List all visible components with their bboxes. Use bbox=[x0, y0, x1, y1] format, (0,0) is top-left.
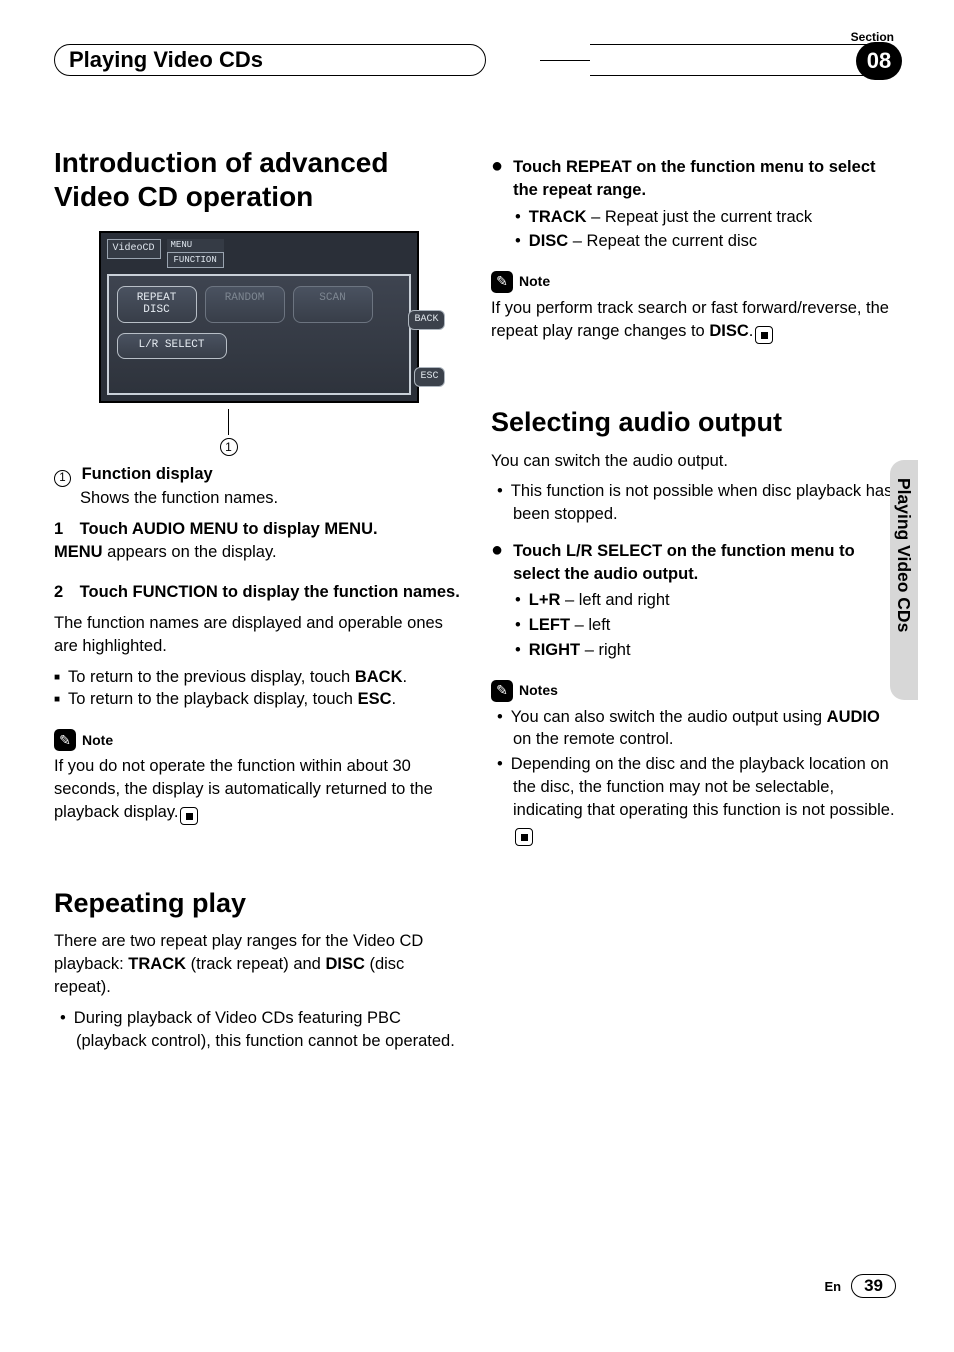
header-row: Playing Video CDs 08 bbox=[54, 44, 900, 76]
callout-line bbox=[228, 409, 229, 435]
audio-intro: You can switch the audio output. bbox=[491, 450, 900, 473]
note-label-right: Note bbox=[519, 272, 550, 291]
stop-icon bbox=[755, 326, 773, 344]
stop-icon bbox=[180, 807, 198, 825]
callout-desc: Shows the function names. bbox=[54, 487, 463, 510]
n-li2: Depending on the disc and the playback l… bbox=[511, 755, 895, 819]
callout-number: 1 bbox=[220, 438, 238, 456]
r-li2-a: DISC bbox=[529, 232, 568, 250]
audio-output-list: L+R – left and right LEFT – left RIGHT –… bbox=[491, 589, 900, 661]
note-body-left: If you do not operate the function withi… bbox=[54, 757, 433, 821]
a-li1-a: L+R bbox=[529, 591, 561, 609]
n-li1-b: AUDIO bbox=[827, 708, 880, 726]
scr-videocd-chip: VideoCD bbox=[107, 239, 161, 259]
n-li1-c: on the remote control. bbox=[513, 730, 674, 748]
r-li2-b: – Repeat the current disc bbox=[568, 232, 757, 250]
r-li1-b: – Repeat just the current track bbox=[587, 208, 813, 226]
embedded-screenshot: VideoCD MENU FUNCTION REPEAT DISC RANDOM… bbox=[99, 231, 419, 448]
step2-lead: 2 Touch FUNCTION to display the function… bbox=[54, 583, 460, 601]
page-body: Introduction of advanced Video CD operat… bbox=[54, 146, 900, 1056]
right-column: ● Touch REPEAT on the function menu to s… bbox=[491, 146, 900, 1056]
a-li3-a: RIGHT bbox=[529, 641, 580, 659]
a-li2-b: – left bbox=[570, 616, 610, 634]
notes-icon: ✎ bbox=[491, 680, 513, 702]
side-tab-text: Playing Video CDs bbox=[893, 478, 914, 632]
scr-btn-esc[interactable]: ESC bbox=[414, 367, 444, 387]
a-li2-a: LEFT bbox=[529, 616, 570, 634]
a-li3-b: – right bbox=[580, 641, 630, 659]
note-r-a: If you perform track search or fast forw… bbox=[491, 299, 889, 340]
scr-btn-repeat[interactable]: REPEAT DISC bbox=[117, 286, 197, 323]
repeat-p-b: TRACK bbox=[128, 955, 186, 973]
s2-li2-c: . bbox=[392, 690, 397, 708]
scr-btn-repeat-l2: DISC bbox=[118, 305, 196, 317]
s2-li2-b: ESC bbox=[358, 690, 392, 708]
heading-repeating: Repeating play bbox=[54, 885, 463, 922]
step1-body-rest: appears on the display. bbox=[103, 543, 277, 561]
footer: En 39 bbox=[824, 1274, 896, 1298]
note-r-c: . bbox=[749, 322, 754, 340]
header-title: Playing Video CDs bbox=[69, 47, 263, 73]
scr-menu-label: MENU bbox=[167, 239, 224, 251]
lead-repeat: Touch REPEAT on the function menu to sel… bbox=[513, 156, 900, 202]
s2-li2-a: To return to the playback display, touch bbox=[68, 690, 358, 708]
header-left-capsule: Playing Video CDs bbox=[54, 44, 486, 76]
notes-list: You can also switch the audio output usi… bbox=[491, 706, 900, 846]
footer-page: 39 bbox=[851, 1274, 896, 1298]
heading-audio: Selecting audio output bbox=[491, 404, 900, 441]
scr-function-label: FUNCTION bbox=[167, 252, 224, 268]
repeat-range-list: TRACK – Repeat just the current track DI… bbox=[491, 206, 900, 254]
scr-btn-lr-select[interactable]: L/R SELECT bbox=[117, 333, 227, 359]
audio-intro-list: This function is not possible when disc … bbox=[491, 480, 900, 526]
left-column: Introduction of advanced Video CD operat… bbox=[54, 146, 463, 1056]
n-li1-a: You can also switch the audio output usi… bbox=[511, 708, 827, 726]
lead-lr: Touch L/R SELECT on the function menu to… bbox=[513, 540, 900, 586]
audio-li1: This function is not possible when disc … bbox=[513, 480, 900, 526]
repeat-p-c: (track repeat) and bbox=[186, 955, 325, 973]
step2-body: The function names are displayed and ope… bbox=[54, 612, 463, 658]
callout-title: Function display bbox=[82, 465, 213, 483]
s2-li1-b: BACK bbox=[355, 668, 403, 686]
bullet-icon: ● bbox=[491, 540, 503, 586]
repeat-list: During playback of Video CDs featuring P… bbox=[54, 1007, 463, 1053]
r-li1-a: TRACK bbox=[529, 208, 587, 226]
note-r-b: DISC bbox=[709, 322, 748, 340]
scr-btn-repeat-l1: REPEAT bbox=[118, 293, 196, 305]
header-right-arc: 08 bbox=[590, 44, 900, 76]
s2-li1-c: . bbox=[403, 668, 408, 686]
a-li1-b: – left and right bbox=[560, 591, 669, 609]
footer-lang: En bbox=[824, 1279, 841, 1294]
s2-li1-a: To return to the previous display, touch bbox=[68, 668, 355, 686]
bullet-icon: ● bbox=[491, 156, 503, 202]
scr-outer: VideoCD MENU FUNCTION REPEAT DISC RANDOM… bbox=[99, 231, 419, 402]
notes-label: Notes bbox=[519, 681, 558, 700]
section-number-badge: 08 bbox=[856, 42, 902, 80]
callout-wrapper: 1 bbox=[99, 403, 359, 449]
repeat-li: During playback of Video CDs featuring P… bbox=[76, 1007, 463, 1053]
scr-btn-back[interactable]: BACK bbox=[408, 310, 444, 330]
note-label: Note bbox=[82, 731, 113, 750]
step1-lead: 1 Touch AUDIO MENU to display MENU. bbox=[54, 520, 378, 538]
note-icon: ✎ bbox=[491, 271, 513, 293]
step1-menu-bold: MENU bbox=[54, 543, 103, 561]
heading-intro: Introduction of advanced Video CD operat… bbox=[54, 146, 463, 213]
header-right-arc-wrap: 08 bbox=[492, 44, 900, 76]
note-icon: ✎ bbox=[54, 729, 76, 751]
step2-list: To return to the previous display, touch… bbox=[54, 666, 463, 712]
inline-circled-1: 1 bbox=[54, 470, 71, 487]
scr-btn-scan[interactable]: SCAN bbox=[293, 286, 373, 323]
stop-icon bbox=[515, 828, 533, 846]
repeat-p-d: DISC bbox=[325, 955, 364, 973]
scr-btn-random[interactable]: RANDOM bbox=[205, 286, 285, 323]
